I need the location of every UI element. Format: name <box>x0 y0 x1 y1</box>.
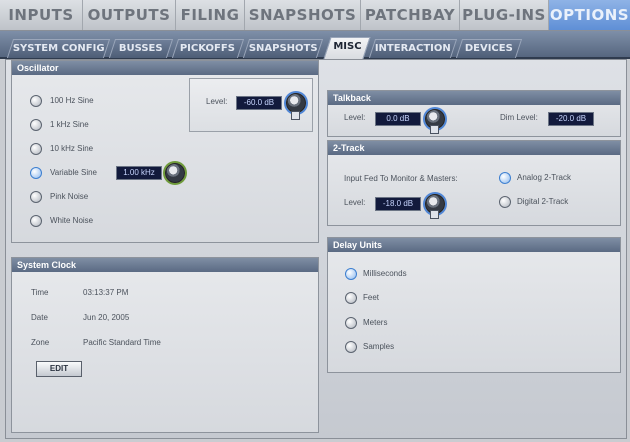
radio-variable-sine[interactable] <box>30 167 42 179</box>
radio-100hz-sine-label: 100 Hz Sine <box>50 96 94 105</box>
delay-units-panel: Delay Units Milliseconds Feet Meters Sam… <box>327 237 621 373</box>
oscillator-level-knob[interactable] <box>286 93 306 113</box>
oscillator-level-knob-indicator <box>291 111 300 120</box>
system-clock-title: System Clock <box>12 258 318 272</box>
clock-time-label: Time <box>31 288 49 297</box>
radio-samples[interactable] <box>345 341 357 353</box>
system-clock-panel: System Clock Time 03:13:37 PM Date Jun 2… <box>11 257 319 433</box>
variable-sine-frequency-knob[interactable] <box>165 163 185 183</box>
talkback-dim-level-field[interactable]: -20.0 dB <box>548 112 594 126</box>
variable-sine-frequency-field[interactable]: 1.00 kHz <box>116 166 162 180</box>
radio-digital-2-track-label: Digital 2-Track <box>517 197 569 206</box>
clock-zone-label: Zone <box>31 338 50 347</box>
subtab-misc[interactable]: MISC <box>323 37 371 59</box>
tab-inputs[interactable]: INPUTS <box>0 0 83 30</box>
subtab-pickoffs[interactable]: PICKOFFS <box>171 39 245 58</box>
subtab-pickoffs-label: PICKOFFS <box>180 43 236 54</box>
radio-digital-2-track[interactable] <box>499 196 511 208</box>
radio-10khz-sine[interactable] <box>30 143 42 155</box>
oscillator-level-field[interactable]: -60.0 dB <box>236 96 282 110</box>
radio-samples-label: Samples <box>363 342 395 351</box>
clock-date-value: Jun 20, 2005 <box>83 313 130 322</box>
radio-analog-2-track[interactable] <box>499 172 511 184</box>
subtab-system-config-label: SYSTEM CONFIG <box>12 43 105 54</box>
tab-options[interactable]: OPTIONS <box>549 0 630 30</box>
radio-analog-2-track-label: Analog 2-Track <box>517 173 571 182</box>
subtab-busses[interactable]: BUSSES <box>108 39 174 58</box>
radio-milliseconds-label: Milliseconds <box>363 269 407 278</box>
oscillator-level-box: Level: -60.0 dB <box>189 78 313 132</box>
radio-variable-sine-label: Variable Sine <box>50 168 97 177</box>
tab-filing[interactable]: FILING <box>176 0 245 30</box>
tab-patchbay[interactable]: PATCHBAY <box>361 0 460 30</box>
tab-plugins[interactable]: PLUG-INS <box>460 0 549 30</box>
subtab-system-config[interactable]: SYSTEM CONFIG <box>6 39 111 58</box>
subtab-busses-label: BUSSES <box>118 43 163 54</box>
talkback-level-label: Level: <box>344 113 366 122</box>
subtab-snapshots-label: SNAPSHOTS <box>248 43 318 54</box>
radio-feet-label: Feet <box>363 293 380 302</box>
tab-outputs[interactable]: OUTPUTS <box>83 0 176 30</box>
subtab-interaction-label: INTERACTION <box>374 43 451 54</box>
talkback-level-knob-indicator <box>430 125 439 134</box>
subtab-devices[interactable]: DEVICES <box>455 39 523 58</box>
two-track-level-knob-indicator <box>430 210 439 219</box>
talkback-panel: Talkback Level: 0.0 dB Dim Level: -20.0 … <box>327 90 621 137</box>
two-track-input-label: Input Fed To Monitor & Masters: <box>344 174 458 183</box>
clock-date-label: Date <box>31 313 48 322</box>
radio-100hz-sine[interactable] <box>30 95 42 107</box>
top-tab-bar: INPUTS OUTPUTS FILING SNAPSHOTS PATCHBAY… <box>0 0 630 31</box>
clock-time-value: 03:13:37 PM <box>83 288 129 297</box>
subtab-snapshots[interactable]: SNAPSHOTS <box>242 39 324 58</box>
talkback-level-field[interactable]: 0.0 dB <box>375 112 421 126</box>
radio-feet[interactable] <box>345 292 357 304</box>
two-track-title: 2-Track <box>328 141 620 155</box>
oscillator-level-label: Level: <box>206 97 228 106</box>
tab-snapshots[interactable]: SNAPSHOTS <box>245 0 361 30</box>
subtab-interaction[interactable]: INTERACTION <box>368 39 458 58</box>
oscillator-panel: Oscillator 100 Hz Sine 1 kHz Sine 10 kHz… <box>11 60 319 243</box>
subtab-devices-label: DEVICES <box>464 43 513 54</box>
radio-pink-noise[interactable] <box>30 191 42 203</box>
subtab-misc-label: MISC <box>333 41 362 52</box>
talkback-title: Talkback <box>328 91 620 105</box>
delay-units-title: Delay Units <box>328 238 620 252</box>
radio-meters[interactable] <box>345 317 357 329</box>
radio-meters-label: Meters <box>363 318 388 327</box>
talkback-dim-level-label: Dim Level: <box>500 113 538 122</box>
radio-pink-noise-label: Pink Noise <box>50 192 89 201</box>
radio-white-noise-label: White Noise <box>50 216 94 225</box>
radio-1khz-sine[interactable] <box>30 119 42 131</box>
sub-tab-bar: SYSTEM CONFIG BUSSES PICKOFFS SNAPSHOTS … <box>0 31 630 59</box>
clock-zone-value: Pacific Standard Time <box>83 338 161 347</box>
two-track-panel: 2-Track Input Fed To Monitor & Masters: … <box>327 140 621 226</box>
radio-milliseconds[interactable] <box>345 268 357 280</box>
two-track-level-field[interactable]: -18.0 dB <box>375 197 421 211</box>
radio-1khz-sine-label: 1 kHz Sine <box>50 120 89 129</box>
radio-10khz-sine-label: 10 kHz Sine <box>50 144 94 153</box>
radio-white-noise[interactable] <box>30 215 42 227</box>
oscillator-title: Oscillator <box>12 61 318 75</box>
edit-clock-button[interactable]: EDIT <box>36 361 82 377</box>
misc-options-page: Oscillator 100 Hz Sine 1 kHz Sine 10 kHz… <box>5 59 627 439</box>
two-track-level-label: Level: <box>344 198 366 207</box>
